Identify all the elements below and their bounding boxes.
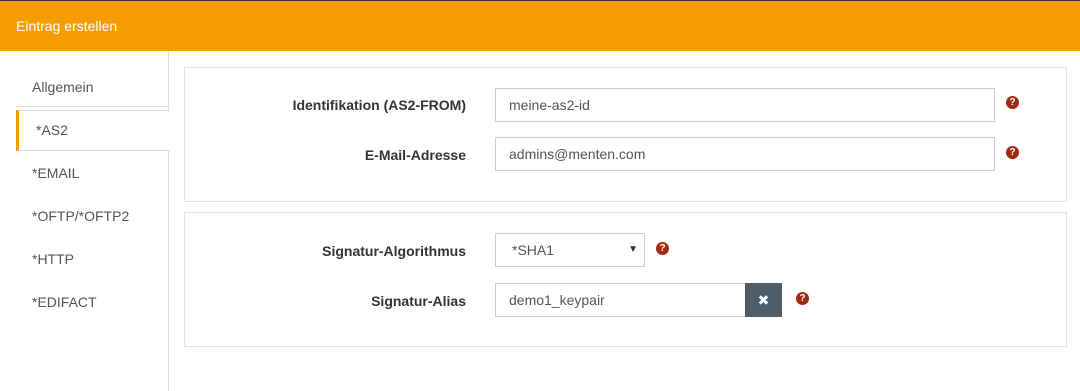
clear-alias-button[interactable]: ✖: [745, 283, 782, 317]
dialog-title: Eintrag erstellen: [16, 18, 118, 34]
signature-algorithm-label: Signatur-Algorithmus: [322, 243, 466, 259]
tab-edifact[interactable]: *EDIFACT: [16, 282, 169, 322]
as2-signature-panel: Signatur-Algorithmus *SHA1 ▼ ? Signatur-…: [184, 212, 1067, 347]
caret-down-icon: ▼: [628, 244, 638, 255]
dialog-header: Eintrag erstellen: [0, 0, 1080, 51]
signature-alias-label: Signatur-Alias: [371, 293, 466, 309]
tab-oftp[interactable]: *OFTP/*OFTP2: [16, 196, 169, 236]
question-circle-icon[interactable]: ?: [796, 292, 809, 305]
tab-allgemein[interactable]: Allgemein: [16, 67, 169, 107]
signature-algorithm-value: *SHA1: [512, 242, 555, 258]
close-icon: ✖: [757, 292, 770, 308]
signature-alias-input[interactable]: demo1_keypair: [495, 283, 746, 317]
tab-http[interactable]: *HTTP: [16, 239, 169, 279]
email-label: E-Mail-Adresse: [364, 147, 466, 163]
tab-sidebar: Allgemein *AS2 *EMAIL *OFTP/*OFTP2 *HTTP…: [0, 51, 170, 391]
question-circle-icon[interactable]: ?: [1006, 146, 1019, 159]
signature-algorithm-select[interactable]: *SHA1 ▼: [495, 233, 645, 267]
question-circle-icon[interactable]: ?: [656, 242, 669, 255]
as2-identification-panel: Identifikation (AS2-FROM) meine-as2-id ?…: [184, 67, 1067, 202]
question-circle-icon[interactable]: ?: [1006, 96, 1019, 109]
identification-label: Identifikation (AS2-FROM): [292, 97, 466, 113]
email-input[interactable]: admins@menten.com: [495, 137, 995, 171]
identification-input[interactable]: meine-as2-id: [495, 88, 995, 122]
tab-as2[interactable]: *AS2: [16, 110, 170, 151]
tab-email[interactable]: *EMAIL: [16, 153, 169, 193]
